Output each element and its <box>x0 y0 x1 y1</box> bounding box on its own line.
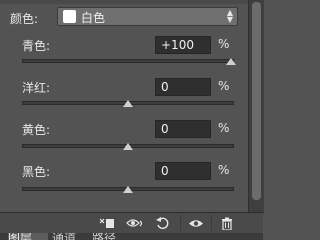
black-label: 黑色: <box>22 165 51 179</box>
colors-select-value: 白色 <box>81 11 106 25</box>
yellow-label: 黄色: <box>22 123 51 137</box>
reset-icon[interactable] <box>152 213 174 233</box>
cyan-label: 青色: <box>22 39 51 53</box>
black-unit: % <box>218 163 230 177</box>
toolbar-separator <box>180 215 181 231</box>
cyan-input[interactable]: +100 <box>155 36 211 54</box>
colors-label: 颜色: <box>10 12 39 26</box>
magenta-unit: % <box>218 79 230 93</box>
magenta-input[interactable]: 0 <box>155 78 211 96</box>
yellow-input[interactable]: 0 <box>155 120 211 138</box>
vertical-scrollbar[interactable] <box>248 0 264 214</box>
selective-color-panel <box>10 4 248 212</box>
colors-select[interactable]: 白色 ▲ ▼ <box>57 7 238 26</box>
magenta-label: 洋红: <box>22 81 51 95</box>
cyan-slider-knob[interactable] <box>226 58 236 65</box>
trash-icon[interactable] <box>216 213 238 233</box>
tab-channels[interactable]: 通道 <box>52 233 88 240</box>
clip-to-layer-icon[interactable] <box>96 213 118 233</box>
black-input[interactable]: 0 <box>155 162 211 180</box>
panel-tabs: 图层 通道 路径 <box>0 233 263 240</box>
color-swatch <box>63 10 76 23</box>
tab-paths[interactable]: 路径 <box>92 233 128 240</box>
view-previous-state-icon[interactable] <box>124 213 146 233</box>
scrollbar-thumb[interactable] <box>252 2 261 200</box>
yellow-slider-knob[interactable] <box>123 143 133 150</box>
black-slider-knob[interactable] <box>123 186 133 193</box>
cyan-unit: % <box>218 37 230 51</box>
toolbar-separator <box>211 215 212 231</box>
tab-layers[interactable]: 图层 <box>8 233 48 240</box>
panel-toolbar <box>0 212 263 233</box>
eye-icon[interactable] <box>185 213 207 233</box>
magenta-slider-knob[interactable] <box>123 100 133 107</box>
select-arrows-icon: ▲ ▼ <box>226 8 233 24</box>
cyan-slider-track[interactable] <box>22 59 234 63</box>
yellow-unit: % <box>218 121 230 135</box>
